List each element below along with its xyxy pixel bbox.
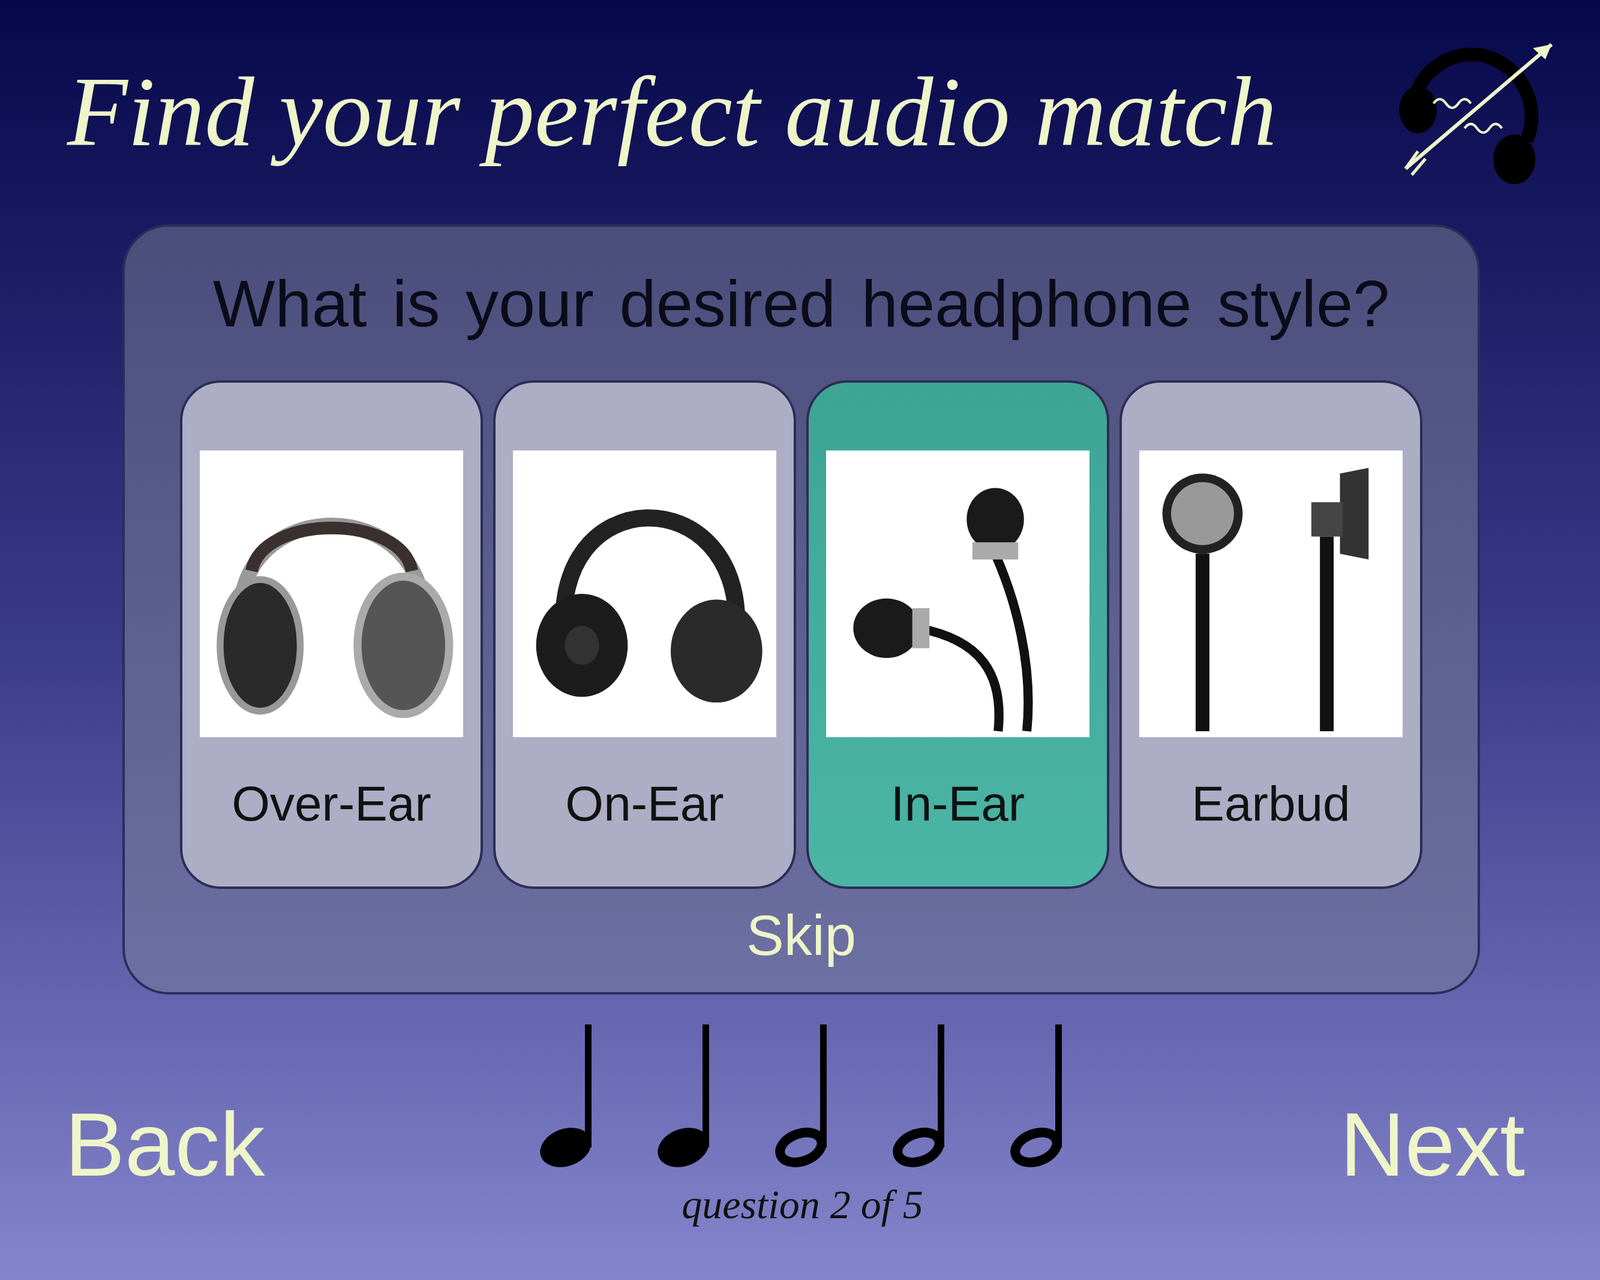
progress-caption: question 2 of 5 (681, 1180, 923, 1230)
option-label: On-Ear (565, 774, 724, 834)
page-title: Find your perfect audio match (67, 52, 1277, 172)
navigation-bar: Back question 2 of 5 Next (0, 994, 1600, 1230)
back-button[interactable]: Back (64, 1090, 265, 1199)
skip-button[interactable]: Skip (746, 902, 857, 971)
progress-note-icon (769, 1024, 836, 1169)
progress-note-icon (652, 1024, 719, 1169)
option-card[interactable]: In-Ear (806, 380, 1110, 890)
progress-note-icon (887, 1024, 954, 1169)
option-label: Over-Ear (231, 774, 432, 834)
progress-note-icon (1004, 1024, 1071, 1169)
question-panel: What is your desired headphone style? Ov… (122, 224, 1481, 995)
question-text: What is your desired headphone style? (212, 263, 1391, 344)
option-label: Earbud (1191, 774, 1350, 834)
headphone-icon (1145, 455, 1398, 732)
progress-notes (534, 1024, 1071, 1169)
option-card[interactable]: Over-Ear (179, 380, 483, 890)
quiz-page: Find your perfect audio match What is yo… (0, 0, 1600, 1280)
option-card[interactable]: On-Ear (493, 380, 797, 890)
option-photo (512, 450, 777, 738)
option-photo (826, 450, 1090, 738)
option-card[interactable]: Earbud (1119, 380, 1423, 890)
next-button[interactable]: Next (1340, 1090, 1526, 1199)
headphone-icon (205, 455, 458, 732)
option-photo (199, 450, 464, 738)
progress: question 2 of 5 (534, 1024, 1071, 1230)
headphone-icon (832, 455, 1085, 732)
progress-note-icon (534, 1024, 601, 1169)
option-list: Over-Ear On-Ear In-Ear Earbud (179, 380, 1423, 890)
cupid-headphones-logo-icon (1390, 34, 1565, 191)
option-label: In-Ear (890, 774, 1025, 834)
header: Find your perfect audio match (0, 0, 1600, 225)
headphone-icon (518, 455, 771, 732)
option-photo (1139, 450, 1403, 738)
